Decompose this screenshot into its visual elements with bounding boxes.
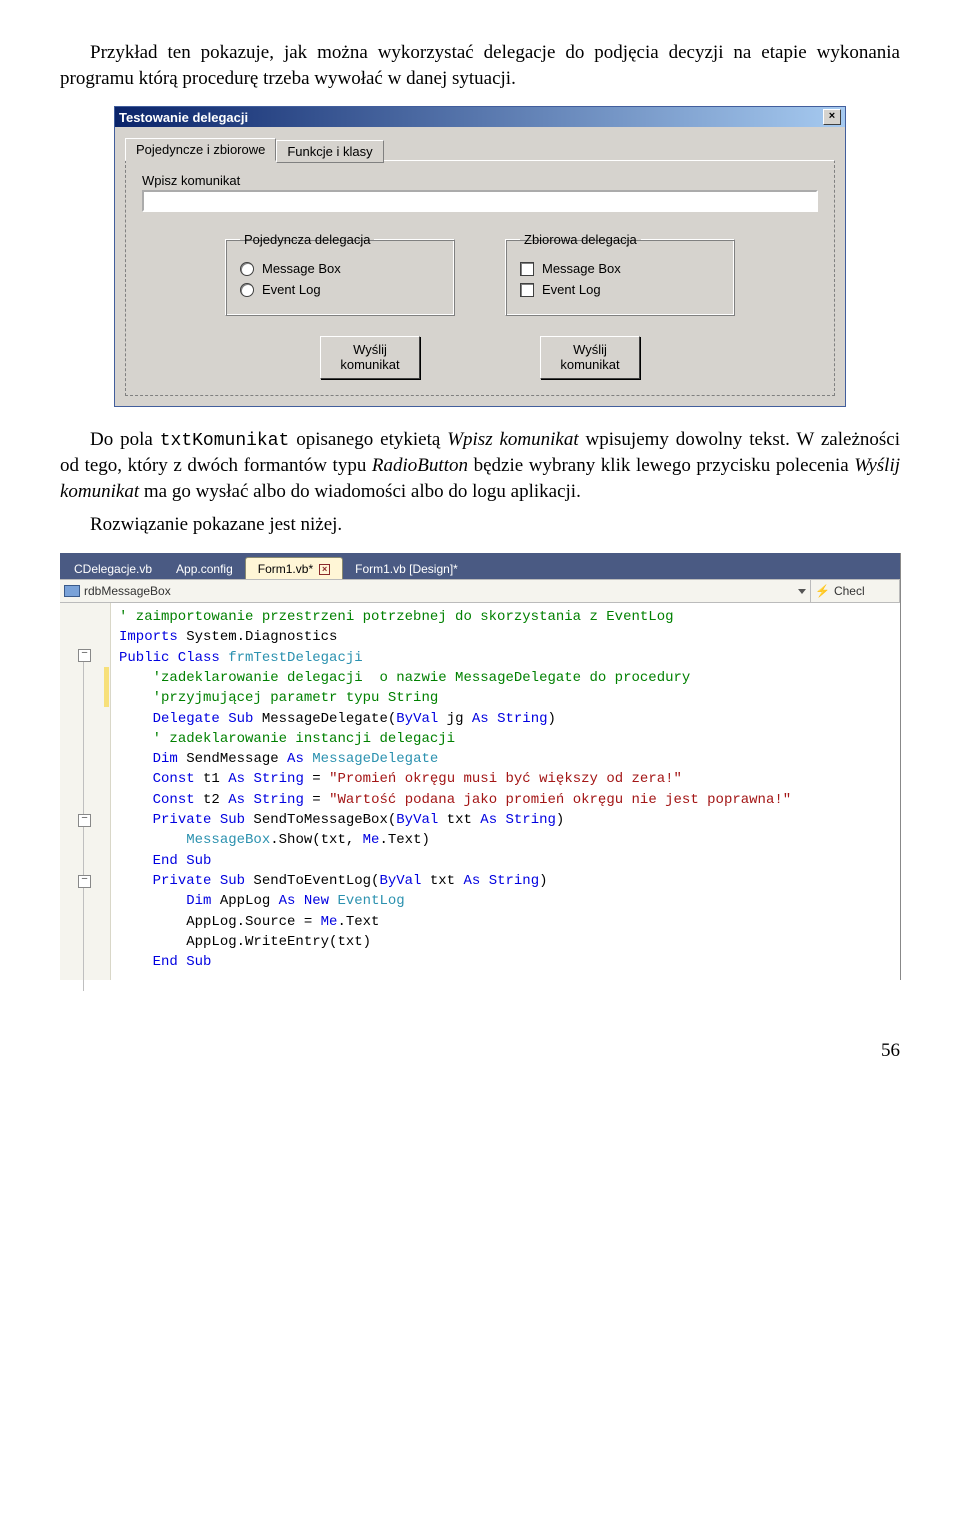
paragraph-2: Do pola txtKomunikat opisanego etykietą … — [60, 427, 900, 505]
group-pojedyncza: Pojedyncza delegacja Message Box Event L… — [225, 232, 455, 316]
vs-navbar: rdbMessageBox ⚡ Checl — [60, 579, 900, 603]
paragraph-3: Rozwiązanie pokazane jest niżej. — [60, 512, 900, 538]
vs-member-label: Checl — [834, 584, 865, 598]
dialog-tabs: Pojedyncze i zbiorowe Funkcje i klasy — [125, 137, 835, 161]
fold-icon[interactable] — [78, 649, 91, 662]
vs-tab-form1-label: Form1.vb* — [258, 562, 313, 576]
tab-funkcje[interactable]: Funkcje i klasy — [276, 140, 383, 163]
code-gutter — [60, 603, 111, 980]
code-area[interactable]: ' zaimportowanie przestrzeni potrzebnej … — [111, 603, 900, 980]
radio-messagebox-label: Message Box — [262, 261, 341, 276]
vs-class-dropdown[interactable]: rdbMessageBox — [60, 580, 811, 602]
vs-editor: CDelegacje.vb App.config Form1.vb* × For… — [60, 553, 901, 980]
dialog-title: Testowanie delegacji — [119, 110, 248, 125]
radio-messagebox[interactable]: Message Box — [240, 261, 440, 276]
komunikat-input[interactable] — [142, 190, 818, 212]
paragraph-1: Przykład ten pokazuje, jak można wykorzy… — [60, 40, 900, 91]
close-icon[interactable]: × — [319, 564, 330, 575]
radio-icon — [240, 283, 254, 297]
vs-tab-appconfig[interactable]: App.config — [164, 558, 245, 579]
fold-icon[interactable] — [78, 875, 91, 888]
check-eventlog[interactable]: Event Log — [520, 282, 720, 297]
dialog-titlebar: Testowanie delegacji × — [115, 107, 845, 127]
check-eventlog-label: Event Log — [542, 282, 601, 297]
page-number: 56 — [60, 1040, 900, 1062]
close-icon[interactable]: × — [823, 109, 841, 125]
vs-tab-form1[interactable]: Form1.vb* × — [245, 557, 343, 579]
vs-tab-form1design[interactable]: Form1.vb [Design]* — [343, 558, 470, 579]
tab-panel: Wpisz komunikat Pojedyncza delegacja Mes… — [125, 160, 835, 396]
lightning-icon: ⚡ — [815, 584, 830, 598]
chevron-down-icon — [798, 589, 806, 594]
input-label: Wpisz komunikat — [142, 173, 818, 188]
send-button-2[interactable]: Wyślij komunikat — [540, 336, 640, 379]
check-messagebox[interactable]: Message Box — [520, 261, 720, 276]
vs-file-tabs: CDelegacje.vb App.config Form1.vb* × For… — [60, 553, 900, 579]
send-button-1[interactable]: Wyślij komunikat — [320, 336, 420, 379]
radio-icon — [240, 262, 254, 276]
checkbox-icon — [520, 262, 534, 276]
group-zbiorowa: Zbiorowa delegacja Message Box Event Log — [505, 232, 735, 316]
group2-legend: Zbiorowa delegacja — [520, 232, 641, 247]
dialog-testowanie-delegacji: Testowanie delegacji × Pojedyncze i zbio… — [114, 106, 846, 407]
vs-member-dropdown[interactable]: ⚡ Checl — [811, 580, 900, 602]
vs-class-label: rdbMessageBox — [84, 584, 171, 598]
fold-icon[interactable] — [78, 814, 91, 827]
radio-eventlog-label: Event Log — [262, 282, 321, 297]
field-icon — [64, 585, 80, 597]
group1-legend: Pojedyncza delegacja — [240, 232, 374, 247]
check-messagebox-label: Message Box — [542, 261, 621, 276]
checkbox-icon — [520, 283, 534, 297]
radio-eventlog[interactable]: Event Log — [240, 282, 440, 297]
tab-pojedyncze[interactable]: Pojedyncze i zbiorowe — [125, 138, 276, 161]
vs-tab-cdelegacje[interactable]: CDelegacje.vb — [62, 558, 164, 579]
